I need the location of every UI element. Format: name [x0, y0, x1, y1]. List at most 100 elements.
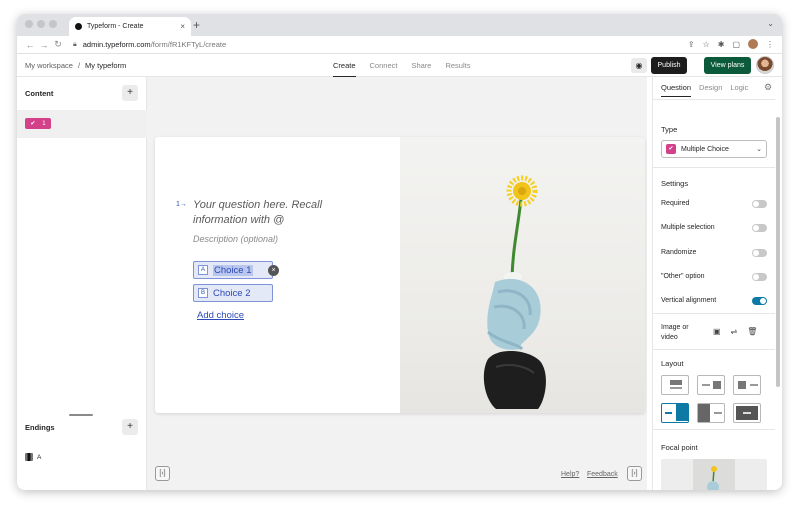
tab-share[interactable]: Share — [411, 54, 431, 77]
add-content-button[interactable]: + — [122, 85, 138, 101]
preview-eye-icon[interactable]: ◉ — [631, 58, 647, 73]
divider — [653, 429, 775, 430]
user-avatar[interactable] — [756, 56, 774, 74]
image-icon[interactable]: ▣ — [713, 327, 721, 336]
ending-list-item[interactable]: A — [25, 453, 41, 461]
sidepanel-icon[interactable]: ▢ — [732, 40, 740, 49]
new-tab-button[interactable]: + — [193, 18, 200, 32]
media-actions: ▣ ⇌ 🗑︎ — [713, 327, 757, 336]
choice-a[interactable]: A Choice 1 — [193, 261, 273, 279]
tab-connect[interactable]: Connect — [370, 54, 398, 77]
window-close-dot[interactable] — [25, 20, 33, 28]
url-field[interactable]: 🔒︎ admin.typeform.com /form/fR1KFTyL/cre… — [73, 40, 226, 49]
ending-screen-icon — [25, 453, 33, 461]
tab-question[interactable]: Question — [661, 83, 692, 97]
other-option-toggle[interactable] — [752, 273, 767, 281]
help-link[interactable]: Help? — [561, 471, 579, 478]
question-type-value: Multiple Choice — [681, 145, 729, 153]
window-minimize-dot[interactable] — [37, 20, 45, 28]
choice-key-b: B — [198, 288, 208, 298]
layout-option-float-left[interactable] — [697, 403, 725, 423]
layout-option-split-right[interactable] — [697, 375, 725, 395]
divider — [653, 349, 775, 350]
flower-vase-illustration — [483, 175, 546, 409]
window-maximize-dot[interactable] — [49, 20, 57, 28]
share-icon[interactable]: ⇪ — [688, 40, 695, 49]
breadcrumb-form-name[interactable]: My typeform — [85, 61, 126, 70]
browser-window: Typeform - Create × + ⌄ ← → ↻ 🔒︎ admin.t… — [17, 14, 782, 490]
settings-heading: Settings — [661, 179, 689, 188]
gear-icon[interactable]: ⚙ — [764, 82, 772, 93]
settings-tabs: Question Design Logic — [661, 83, 748, 97]
tab-design[interactable]: Design — [699, 83, 722, 97]
section-resize-handle[interactable] — [69, 414, 93, 416]
editor-canvas: 1→ Your question here. Recall informatio… — [147, 77, 647, 490]
question-type-select[interactable]: ✔ Multiple Choice ⌄ — [661, 140, 767, 158]
breadcrumb-separator: / — [77, 61, 81, 70]
panel-scrollbar[interactable] — [776, 117, 780, 387]
layout-heading: Layout — [661, 359, 684, 368]
question-cover-image[interactable] — [400, 137, 645, 413]
ending-label: A — [37, 453, 42, 461]
content-section-title: Content — [25, 89, 54, 98]
tab-search-chevron-icon[interactable]: ⌄ — [767, 19, 774, 28]
multiple-selection-toggle[interactable] — [752, 224, 767, 232]
divider — [653, 99, 775, 100]
tab-logic[interactable]: Logic — [730, 83, 748, 97]
trash-icon[interactable]: 🗑︎ — [747, 327, 757, 336]
breadcrumb-workspace[interactable]: My workspace — [25, 61, 73, 70]
add-ending-button[interactable]: + — [122, 419, 138, 435]
question-list-item[interactable]: ✔ 1 — [17, 110, 147, 138]
browser-profile-avatar[interactable] — [748, 39, 758, 49]
focal-point-heading: Focal point — [661, 443, 698, 452]
checkmark-icon: ✔ — [30, 121, 36, 127]
delete-choice-icon[interactable]: × — [268, 265, 279, 276]
type-heading: Type — [661, 125, 678, 134]
choice-label-a[interactable]: Choice 1 — [213, 264, 253, 276]
layout-option-stack[interactable] — [661, 375, 689, 395]
add-choice-link[interactable]: Add choice — [197, 310, 244, 321]
forward-arrow-icon[interactable]: → — [37, 40, 51, 50]
question-type-badge: ✔ 1 — [25, 118, 51, 129]
url-path: /form/fR1KFTyL/create — [150, 40, 227, 49]
browser-tab-strip: Typeform - Create × + ⌄ — [17, 14, 782, 36]
question-description-field[interactable]: Description (optional) — [193, 234, 278, 244]
adjust-sliders-icon[interactable]: ⇌ — [731, 327, 738, 336]
choice-key-a: A — [198, 265, 208, 275]
vertical-alignment-toggle[interactable] — [752, 297, 767, 305]
endings-section-title: Endings — [25, 423, 55, 432]
publish-button[interactable]: Publish — [651, 57, 687, 74]
required-toggle[interactable] — [752, 200, 767, 208]
feedback-link[interactable]: Feedback — [587, 471, 618, 478]
question-number: 1 — [42, 120, 46, 127]
content-sidebar: Content + ✔ 1 Endings + A — [17, 77, 147, 490]
question-card: 1→ Your question here. Recall informatio… — [155, 137, 645, 413]
breadcrumb: My workspace / My typeform — [25, 61, 126, 70]
view-plans-button[interactable]: View plans — [704, 57, 751, 74]
focal-point-image[interactable] — [661, 459, 767, 490]
multiple-choice-check-icon: ✔ — [666, 144, 676, 154]
typeform-favicon-icon — [75, 23, 82, 30]
back-arrow-icon[interactable]: ← — [23, 40, 37, 50]
browser-tab[interactable]: Typeform - Create × — [69, 17, 191, 36]
layout-option-float-right-selected[interactable] — [661, 403, 689, 423]
tab-close-icon[interactable]: × — [180, 22, 185, 31]
app-header: My workspace / My typeform Create Connec… — [17, 54, 782, 77]
reload-icon[interactable]: ↻ — [51, 39, 65, 50]
layout-option-split-left[interactable] — [733, 375, 761, 395]
divider — [653, 313, 775, 314]
randomize-toggle[interactable] — [752, 249, 767, 257]
extensions-puzzle-icon[interactable]: ✱ — [718, 40, 725, 49]
tab-create[interactable]: Create — [333, 54, 356, 77]
choice-label-b[interactable]: Choice 2 — [213, 288, 251, 299]
layout-option-wallpaper[interactable] — [733, 403, 761, 423]
browser-menu-icon[interactable]: ⋮ — [766, 40, 774, 49]
toggle-left-panel-icon[interactable]: [‹] — [155, 466, 170, 481]
divider — [653, 167, 775, 168]
question-text-field[interactable]: Your question here. Recall information w… — [193, 198, 353, 228]
tab-results[interactable]: Results — [445, 54, 470, 77]
bookmark-star-icon[interactable]: ☆ — [703, 40, 710, 49]
chevron-down-icon: ⌄ — [756, 146, 762, 153]
toggle-right-panel-icon[interactable]: [›] — [627, 466, 642, 481]
choice-b[interactable]: B Choice 2 — [193, 284, 273, 302]
